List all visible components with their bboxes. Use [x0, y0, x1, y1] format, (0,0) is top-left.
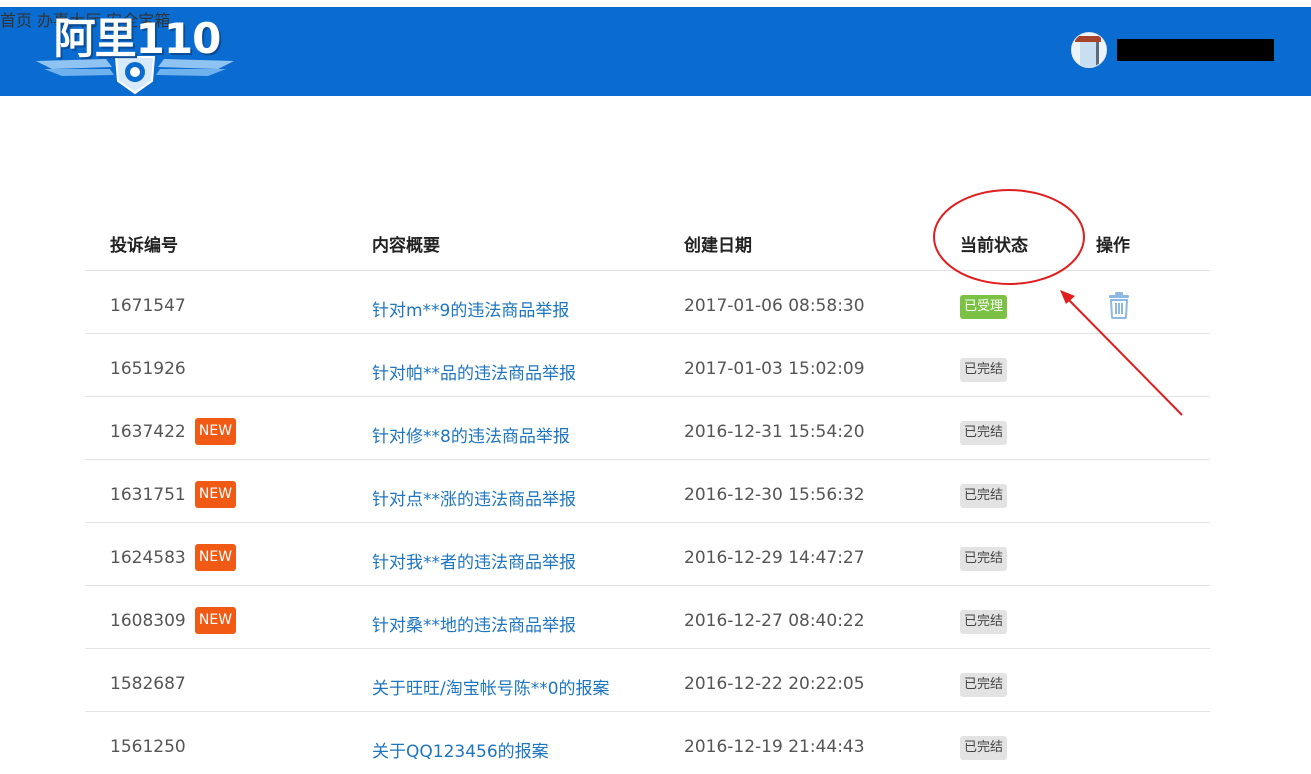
- summary-link[interactable]: 针对我**者的违法商品举报: [372, 548, 576, 573]
- summary-link[interactable]: 针对点**涨的违法商品举报: [372, 485, 576, 510]
- nav-home[interactable]: 首页: [0, 11, 32, 30]
- table-row: 1608309 NEW 针对桑**地的违法商品举报 2016-12-27 08:…: [85, 586, 1210, 649]
- table-row: 1582687 关于旺旺/淘宝帐号陈**0的报案 2016-12-22 20:2…: [85, 649, 1210, 712]
- status-badge: 已完结: [960, 673, 1008, 697]
- table-header: 投诉编号 内容概要 创建日期 当前状态 操作: [85, 210, 1210, 271]
- table-row: 1637422 NEW 针对修**8的违法商品举报 2016-12-31 15:…: [85, 397, 1210, 460]
- summary-link[interactable]: 针对修**8的违法商品举报: [372, 422, 570, 447]
- complaint-id: 1671547: [110, 296, 186, 316]
- table-row: 1651926 针对帕**品的违法商品举报 2017-01-03 15:02:0…: [85, 334, 1210, 397]
- avatar[interactable]: [1071, 32, 1107, 68]
- new-badge: NEW: [195, 544, 236, 571]
- header-created-date: 创建日期: [684, 236, 752, 256]
- summary-link[interactable]: 针对帕**品的违法商品举报: [372, 359, 576, 384]
- complaint-id: 1561250: [110, 737, 186, 757]
- table-row: 1561250 关于QQ123456的报案 2016-12-19 21:44:4…: [85, 712, 1210, 774]
- created-date: 2016-12-30 15:56:32: [684, 485, 865, 505]
- created-date: 2016-12-27 08:40:22: [684, 611, 865, 631]
- created-date: 2016-12-31 15:54:20: [684, 422, 865, 442]
- summary-link[interactable]: 关于QQ123456的报案: [372, 737, 549, 762]
- created-date: 2016-12-19 21:44:43: [684, 737, 865, 757]
- complaint-id: 1631751: [110, 485, 186, 505]
- summary-link[interactable]: 针对桑**地的违法商品举报: [372, 611, 576, 636]
- created-date: 2017-01-03 15:02:09: [684, 359, 865, 379]
- complaint-id: 1582687: [110, 674, 186, 694]
- status-badge: 已受理: [960, 295, 1008, 319]
- site-header: 阿里110 首页 办事大厅 安全宝箱: [0, 7, 1311, 96]
- new-badge: NEW: [195, 607, 236, 634]
- new-badge: NEW: [195, 481, 236, 508]
- status-badge: 已完结: [960, 610, 1008, 634]
- complaint-id: 1651926: [110, 359, 186, 379]
- status-badge: 已完结: [960, 736, 1008, 760]
- complaint-id: 1637422: [110, 422, 186, 442]
- status-badge: 已完结: [960, 421, 1008, 445]
- table-row: 1671547 针对m**9的违法商品举报 2017-01-06 08:58:3…: [85, 271, 1210, 334]
- created-date: 2016-12-22 20:22:05: [684, 674, 865, 694]
- complaint-id: 1624583: [110, 548, 186, 568]
- status-badge: 已完结: [960, 484, 1008, 508]
- logo[interactable]: 阿里110: [34, 7, 236, 96]
- status-badge: 已完结: [960, 547, 1008, 571]
- table-row: 1631751 NEW 针对点**涨的违法商品举报 2016-12-30 15:…: [85, 460, 1210, 523]
- user-avatar-icon: [1072, 33, 1106, 67]
- trash-icon: [1109, 292, 1129, 319]
- header-summary: 内容概要: [372, 236, 440, 256]
- created-date: 2017-01-06 08:58:30: [684, 296, 865, 316]
- complaint-id: 1608309: [110, 611, 186, 631]
- summary-link[interactable]: 针对m**9的违法商品举报: [372, 296, 569, 321]
- table-row: 1624583 NEW 针对我**者的违法商品举报 2016-12-29 14:…: [85, 523, 1210, 586]
- header-complaint-id: 投诉编号: [110, 236, 178, 256]
- status-badge: 已完结: [960, 358, 1008, 382]
- summary-link[interactable]: 关于旺旺/淘宝帐号陈**0的报案: [372, 674, 610, 699]
- logo-text: 阿里110: [53, 14, 222, 63]
- username-redacted: [1117, 39, 1274, 61]
- new-badge: NEW: [195, 418, 236, 445]
- header-actions: 操作: [1096, 236, 1130, 256]
- delete-button[interactable]: [1107, 291, 1131, 319]
- created-date: 2016-12-29 14:47:27: [684, 548, 865, 568]
- header-status: 当前状态: [960, 236, 1028, 256]
